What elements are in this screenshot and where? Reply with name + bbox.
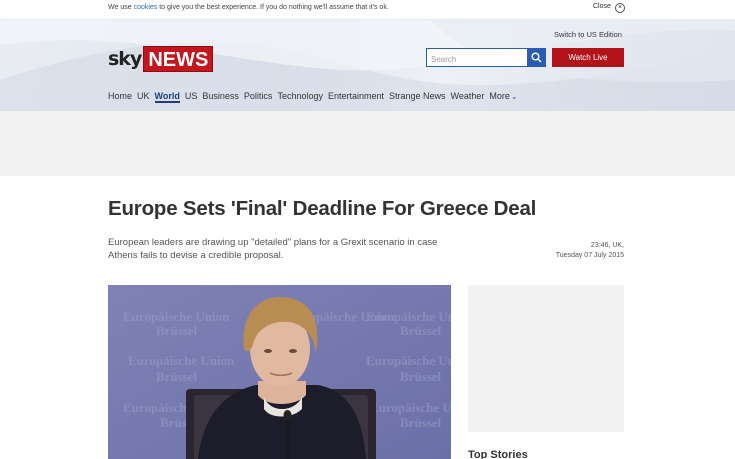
cookie-message: We use cookies to give you the best expe… <box>108 4 389 11</box>
backdrop-text-eu: Europäische Union <box>123 309 230 324</box>
backdrop-text-city: Brüssel <box>400 323 442 338</box>
switch-edition-link[interactable]: Switch to US Edition <box>554 30 622 39</box>
cookie-text-end: to give you the best experience. If you … <box>157 4 389 11</box>
nav-item-uk[interactable]: UK <box>137 91 150 103</box>
search-icon <box>531 52 542 63</box>
search-box[interactable] <box>426 48 528 68</box>
ad-banner <box>0 111 735 176</box>
search-input[interactable] <box>427 51 527 68</box>
nav-item-world[interactable]: World <box>154 91 180 103</box>
cookie-text-start: We use <box>108 4 134 11</box>
cookies-link[interactable]: cookies <box>134 4 158 11</box>
sky-news-logo[interactable]: sky NEWS <box>108 46 214 72</box>
article-headline: Europe Sets 'Final' Deadline For Greece … <box>108 197 537 220</box>
backdrop-text-eu: Europäische Union <box>128 353 235 368</box>
nav-item-politics[interactable]: Politics <box>244 91 273 103</box>
article-image[interactable]: Europäische Union Brüssel Europäische Un… <box>108 285 451 459</box>
backdrop-text-city: Brüssel <box>156 369 198 384</box>
nav-item-technology[interactable]: Technology <box>277 91 323 103</box>
nav-item-entertainment[interactable]: Entertainment <box>328 91 384 103</box>
nav-item-us[interactable]: US <box>185 91 198 103</box>
logo-news-text: NEWS <box>143 46 214 72</box>
nav-item-weather[interactable]: Weather <box>451 91 485 103</box>
nav-item-home[interactable]: Home <box>108 91 132 103</box>
backdrop-text-eu: Europäische Union <box>370 400 451 415</box>
nav-item-more[interactable]: More⌄ <box>489 91 517 103</box>
article-standfirst: European leaders are drawing up "detaile… <box>108 237 438 261</box>
sidebar-ad <box>468 285 624 432</box>
site-header: Switch to US Edition sky NEWS Watch Live… <box>0 20 735 111</box>
logo-sky-text: sky <box>108 48 142 70</box>
watch-live-button[interactable]: Watch Live <box>552 48 624 67</box>
main-nav: Home UK World US Business Politics Techn… <box>108 91 523 103</box>
search-button[interactable] <box>527 48 546 67</box>
article-time: 23:46, UK, <box>590 242 624 249</box>
nav-item-business[interactable]: Business <box>202 91 239 103</box>
close-icon[interactable]: × <box>615 3 625 13</box>
chevron-down-icon: ⌄ <box>510 92 518 101</box>
nav-more-label: More <box>489 91 510 101</box>
nav-item-strange-news[interactable]: Strange News <box>389 91 446 103</box>
backdrop-text-city: Brüssel <box>156 323 198 338</box>
article-timestamp: 23:46, UK, Tuesday 07 July 2015 <box>520 241 624 261</box>
cookie-bar: We use cookies to give you the best expe… <box>0 0 735 20</box>
article-date: Tuesday 07 July 2015 <box>555 252 624 259</box>
backdrop-text-city: Brüssel <box>400 415 442 430</box>
backdrop-text-eu: Europäische Union <box>366 353 451 368</box>
top-stories-heading: Top Stories <box>468 449 528 459</box>
cookie-close-label[interactable]: Close <box>593 3 611 10</box>
backdrop-text-city: Brüssel <box>400 369 442 384</box>
